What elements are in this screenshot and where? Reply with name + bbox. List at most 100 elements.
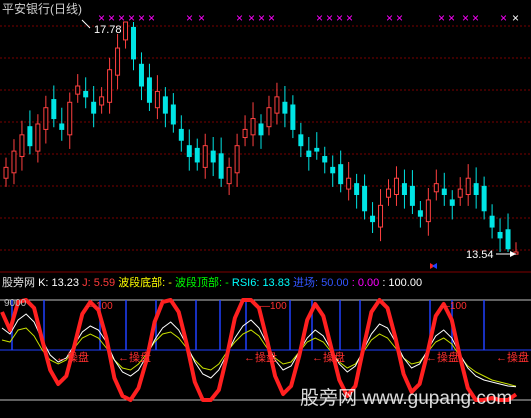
- candle[interactable]: [417, 210, 423, 217]
- candlestick-series[interactable]: [3, 21, 519, 255]
- indicator-value-7: : 100.00: [382, 277, 422, 289]
- candle[interactable]: [489, 215, 495, 228]
- candle[interactable]: [282, 101, 288, 114]
- marker-cross-icon: ×: [108, 11, 115, 25]
- candle[interactable]: [457, 188, 463, 198]
- high-label: 17.78: [94, 24, 122, 36]
- marker-cross-icon: ×: [236, 11, 243, 25]
- candle[interactable]: [362, 185, 368, 212]
- candle[interactable]: [138, 63, 144, 87]
- candle[interactable]: [314, 147, 320, 152]
- ref-label-100: —100: [440, 301, 467, 312]
- candle[interactable]: [497, 231, 503, 239]
- candle[interactable]: [441, 188, 447, 195]
- marker-cross-icon: ×: [258, 11, 265, 25]
- indicator-value-2: 波段底部: -: [118, 275, 175, 289]
- indicator-value-5: 进场: 50.00: [293, 275, 352, 289]
- candle[interactable]: [11, 150, 17, 174]
- candle[interactable]: [131, 26, 136, 60]
- candle[interactable]: [202, 145, 208, 168]
- candle[interactable]: [481, 185, 487, 212]
- marker-cross-icon: ×: [248, 11, 255, 25]
- marker-cross-icon: ×: [148, 11, 155, 25]
- candle[interactable]: [433, 183, 439, 193]
- candle[interactable]: [401, 183, 407, 195]
- candle[interactable]: [186, 145, 192, 158]
- candle[interactable]: [409, 185, 415, 206]
- candle[interactable]: [67, 101, 73, 136]
- marker-cross-icon: ×: [198, 11, 205, 25]
- candle[interactable]: [218, 153, 224, 179]
- marker-cross-icon: ×: [500, 11, 507, 25]
- candle[interactable]: [505, 229, 511, 250]
- signal-markers: × × × × × × × × × × × × × × × × × × × × × × × ×: [98, 11, 519, 25]
- watermark-text: 股旁网 www.gupang.com: [300, 387, 512, 409]
- candle[interactable]: [43, 107, 49, 130]
- candle[interactable]: [338, 164, 344, 185]
- marker-cross-icon: ×: [346, 11, 353, 25]
- candle[interactable]: [162, 96, 168, 114]
- signal-label: ←操盘: [496, 350, 529, 364]
- indicator-value-4: RSI6: 13.83: [232, 277, 293, 289]
- candle[interactable]: [298, 134, 304, 147]
- candle[interactable]: [330, 166, 336, 174]
- candle[interactable]: [107, 69, 113, 103]
- candle[interactable]: [290, 104, 296, 130]
- marker-cross-icon: ×: [386, 11, 393, 25]
- indicator-value-3: 波段顶部: -: [175, 275, 232, 289]
- marker-cross-icon: ×: [326, 11, 333, 25]
- candle[interactable]: [378, 204, 384, 228]
- candle[interactable]: [146, 77, 152, 103]
- indicator-name: 股旁网: [2, 275, 38, 289]
- candle[interactable]: [19, 134, 25, 158]
- high-arrow: [81, 19, 91, 29]
- marker-cross-icon: ×: [186, 11, 193, 25]
- candle[interactable]: [425, 199, 431, 223]
- candle[interactable]: [258, 123, 264, 136]
- candle[interactable]: [449, 199, 455, 206]
- candle[interactable]: [91, 101, 97, 114]
- candle[interactable]: [115, 47, 121, 76]
- candle[interactable]: [306, 150, 312, 158]
- candle[interactable]: [75, 85, 81, 95]
- candle[interactable]: [354, 183, 360, 195]
- candle[interactable]: [242, 128, 248, 139]
- low-label: 13.54: [466, 249, 494, 261]
- candle[interactable]: [99, 96, 105, 106]
- indicator-value-6: : 0.00: [352, 277, 383, 289]
- candle[interactable]: [473, 183, 479, 195]
- candle[interactable]: [250, 118, 256, 136]
- candle[interactable]: [393, 177, 399, 195]
- marker-cross-icon: ×: [472, 11, 479, 25]
- marker-cross-icon: ×: [448, 11, 455, 25]
- stock-chart: × × × × × × × × × × × × × × × × × × × × × × × × 平安银行(日线) 17.78 …: [0, 1, 531, 409]
- candle[interactable]: [465, 177, 471, 195]
- candle[interactable]: [123, 21, 129, 41]
- candle[interactable]: [322, 156, 328, 163]
- candle[interactable]: [3, 166, 9, 179]
- candle[interactable]: [194, 147, 200, 163]
- candle[interactable]: [170, 104, 176, 125]
- candle[interactable]: [27, 126, 33, 147]
- marker-cross-icon: ×: [396, 11, 403, 25]
- candle[interactable]: [266, 107, 272, 128]
- candle[interactable]: [59, 123, 65, 130]
- candle[interactable]: [210, 150, 216, 163]
- candle[interactable]: [370, 215, 376, 223]
- signal-label: ←操盘: [312, 350, 345, 364]
- candle[interactable]: [234, 145, 240, 174]
- candle[interactable]: [154, 90, 160, 109]
- indicator-value-0: K: 13.23: [38, 277, 82, 289]
- marker-cross-icon: ×: [462, 11, 469, 25]
- candle[interactable]: [274, 96, 280, 114]
- scroll-left-icon[interactable]: [432, 263, 437, 269]
- signal-label: ←操盘: [426, 350, 459, 364]
- candle[interactable]: [51, 99, 57, 120]
- candle[interactable]: [346, 177, 352, 190]
- candle[interactable]: [178, 128, 184, 141]
- candle[interactable]: [35, 123, 41, 152]
- candle[interactable]: [386, 188, 391, 198]
- candle[interactable]: [226, 166, 232, 185]
- candle[interactable]: [83, 90, 89, 98]
- marker-cross-icon: ×: [438, 11, 445, 25]
